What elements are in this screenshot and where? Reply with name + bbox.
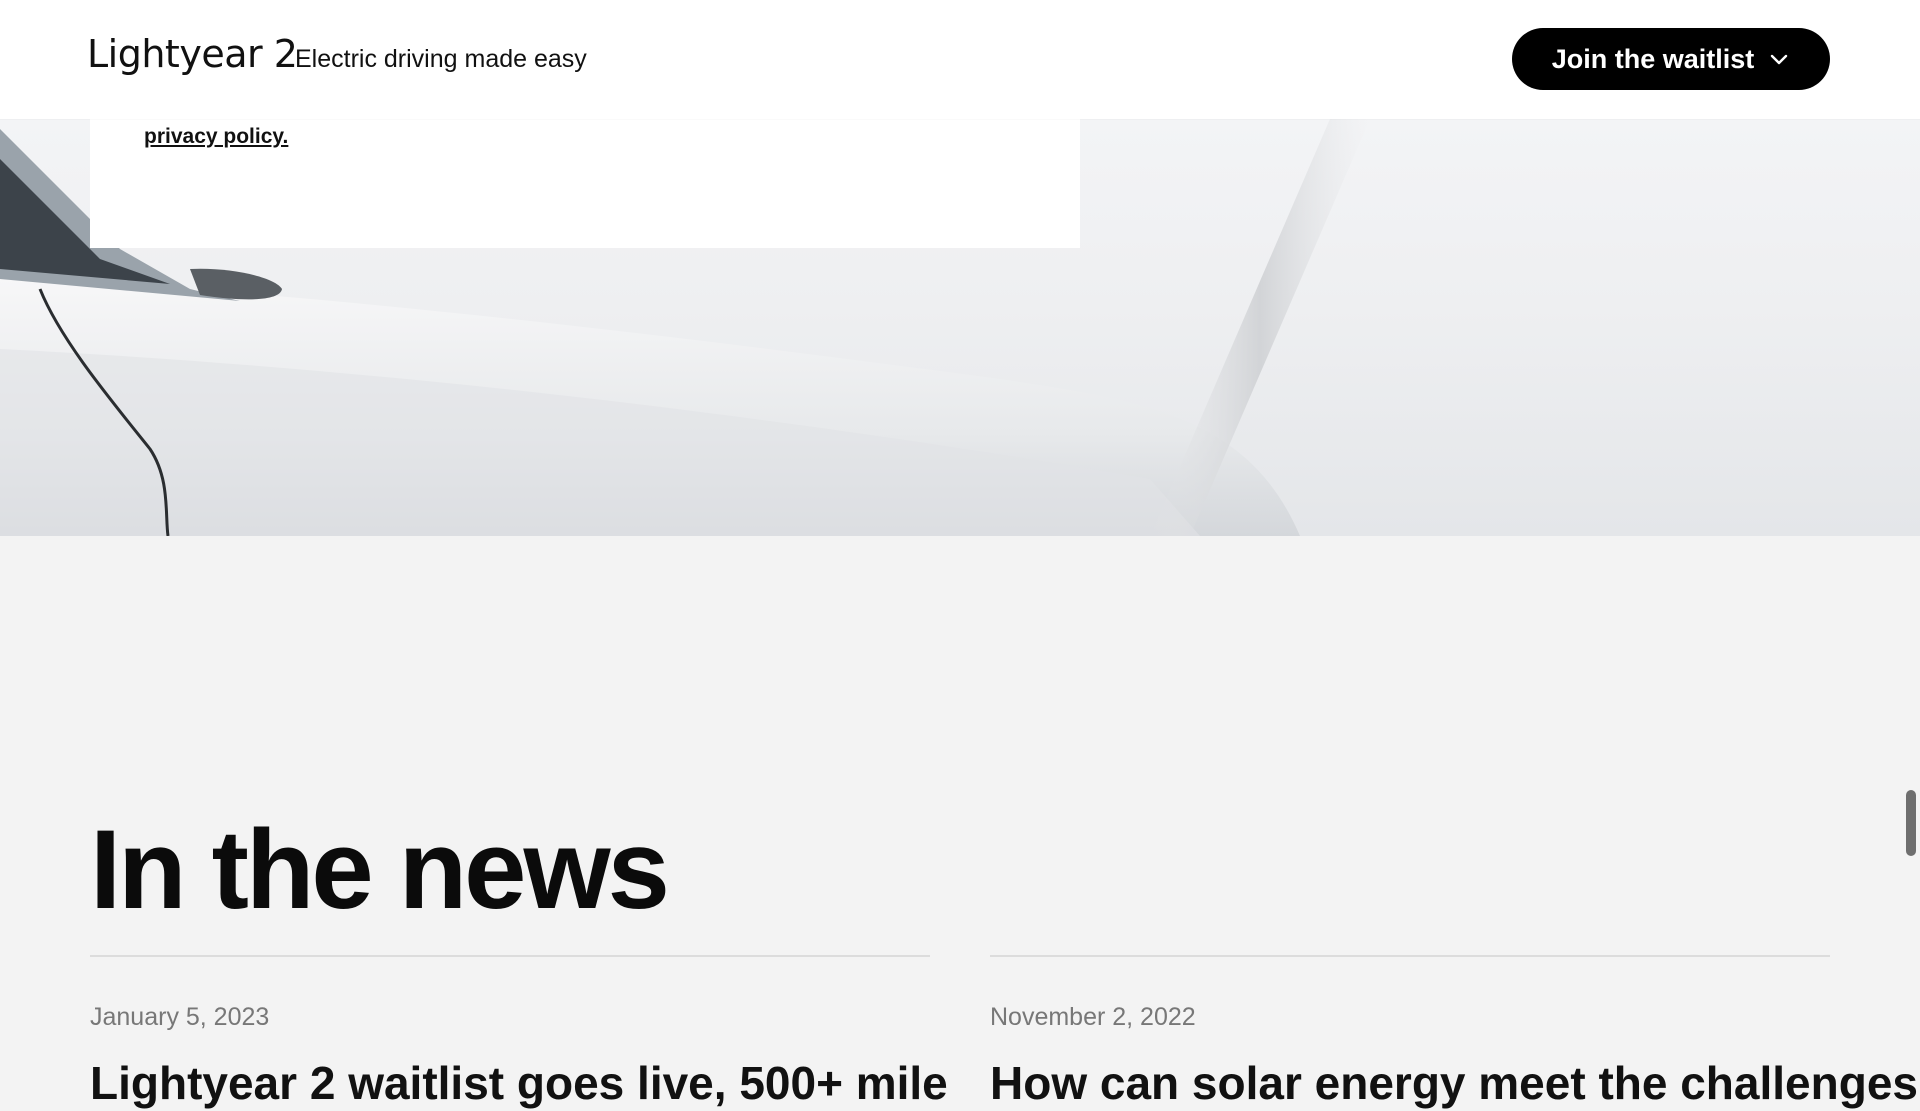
brand-tagline: Electric driving made easy — [295, 45, 587, 73]
chevron-down-icon — [1771, 54, 1788, 65]
join-waitlist-label: Join the waitlist — [1551, 43, 1755, 74]
news-divider-left — [90, 955, 930, 957]
news-divider-right — [990, 955, 1830, 957]
news-article-date: November 2, 2022 — [990, 1003, 1196, 1031]
scrollbar-thumb[interactable] — [1906, 790, 1916, 856]
join-waitlist-button[interactable]: Join the waitlist — [1512, 28, 1830, 90]
news-article-date: January 5, 2023 — [90, 1003, 270, 1031]
news-article-headline[interactable]: Lightyear 2 waitlist goes live, 500+ mil… — [90, 1055, 948, 1111]
waitlist-form-card: privacy policy. — [90, 119, 1080, 248]
brand-logo[interactable]: Lightyear 2 — [87, 28, 298, 80]
news-article-headline[interactable]: How can solar energy meet the challenges — [990, 1055, 1918, 1111]
news-section-title: In the news — [90, 807, 670, 932]
site-header: Lightyear 2 Electric driving made easy J… — [0, 0, 1920, 119]
privacy-policy-link[interactable]: privacy policy. — [144, 125, 288, 149]
